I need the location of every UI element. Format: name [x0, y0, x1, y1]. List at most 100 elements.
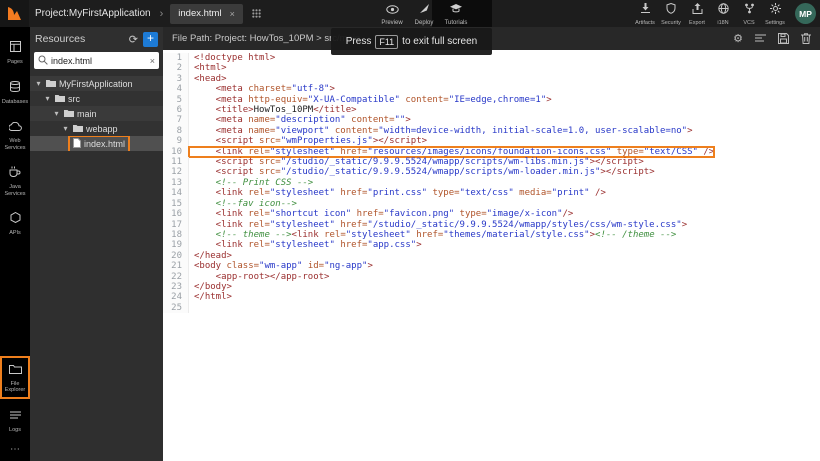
code-line-content: <link rel="stylesheet" href="/studio/_st… — [189, 220, 687, 230]
avatar[interactable]: MP — [795, 3, 816, 24]
line-number: 15 — [163, 199, 189, 209]
caret-down-icon[interactable]: ▾ — [61, 124, 70, 133]
code-line-content: <link rel="stylesheet" href="app.css"> — [189, 240, 422, 250]
topbar-right-actions: ArtifactsSecurityExporti18NVCSSettings — [632, 0, 788, 27]
tree-row[interactable]: ▾main — [30, 106, 163, 121]
chevron-right-icon[interactable]: › — [160, 8, 164, 20]
code-line[interactable]: 25 — [163, 303, 820, 313]
code-line[interactable]: 5 <meta http-equiv="X-UA-Compatible" con… — [163, 95, 820, 105]
settings-button[interactable]: Settings — [762, 0, 788, 27]
top-bar: Project:MyFirstApplication › index.html … — [0, 0, 820, 27]
save-icon[interactable] — [778, 33, 789, 44]
i18n-button[interactable]: i18N — [710, 0, 736, 27]
caret-down-icon[interactable]: ▾ — [34, 79, 43, 88]
app-logo-icon[interactable] — [0, 0, 29, 27]
sidebar-item-java-services[interactable]: Java Services — [1, 160, 29, 201]
code-line[interactable]: 19 <link rel="stylesheet" href="app.css"… — [163, 240, 820, 250]
more-icon[interactable]: ⋯ — [10, 442, 20, 457]
code-line-content: <body class="wm-app" id="ng-app"> — [189, 261, 373, 271]
project-title: Project:MyFirstApplication — [35, 8, 151, 19]
databases-label: Databases — [2, 99, 28, 106]
code-line-content: <!-- theme --><link rel="stylesheet" hre… — [189, 230, 676, 240]
code-line[interactable]: 1<!doctype html> — [163, 53, 820, 63]
vcs-button[interactable]: VCS — [736, 0, 762, 27]
code-line-content — [189, 303, 194, 313]
code-line[interactable]: 20</head> — [163, 251, 820, 261]
tree-node-label: webapp — [86, 124, 118, 134]
clear-search-icon[interactable]: × — [150, 56, 155, 66]
close-icon[interactable]: × — [230, 9, 235, 19]
line-number: 17 — [163, 220, 189, 230]
code-line[interactable]: 12 <script src="/studio/_static/9.9.9.55… — [163, 167, 820, 177]
sidebar-item-logs[interactable]: Logs — [1, 403, 29, 438]
tree-row[interactable]: index.html — [30, 136, 163, 151]
code-line[interactable]: 23</body> — [163, 282, 820, 292]
preview-button[interactable]: Preview — [377, 0, 407, 27]
code-line[interactable]: 4 <meta charset="utf-8"> — [163, 84, 820, 94]
tree-row[interactable]: ▾ src — [30, 91, 163, 106]
folder-icon — [73, 124, 83, 134]
tree-row[interactable]: ▾MyFirstApplication — [30, 76, 163, 91]
caret-down-icon[interactable]: ▾ — [52, 109, 61, 118]
tutorials-icon — [450, 1, 462, 19]
security-button[interactable]: Security — [658, 0, 684, 27]
export-icon — [692, 1, 703, 19]
tooltip-text-post: to exit full screen — [402, 36, 477, 47]
code-line[interactable]: 21<body class="wm-app" id="ng-app"> — [163, 261, 820, 271]
code-line-content: <!-- Print CSS --> — [189, 178, 313, 188]
code-line[interactable]: 17 <link rel="stylesheet" href="/studio/… — [163, 220, 820, 230]
caret-down-icon[interactable]: ▾ — [43, 94, 52, 103]
code-line[interactable]: 2<html> — [163, 63, 820, 73]
tree-node-label: index.html — [84, 139, 125, 149]
code-line[interactable]: 13 <!-- Print CSS --> — [163, 178, 820, 188]
line-number: 4 — [163, 84, 189, 94]
code-line-content: <meta name="description" content=""> — [189, 115, 411, 125]
tutorials-button[interactable]: Tutorials — [441, 0, 471, 27]
line-number: 13 — [163, 178, 189, 188]
code-line[interactable]: 6 <title>HowTos_10PM</title> — [163, 105, 820, 115]
code-line-content: </head> — [189, 251, 232, 261]
export-button[interactable]: Export — [684, 0, 710, 27]
code-editor[interactable]: 1<!doctype html>2<html>3<head>4 <meta ch… — [163, 50, 820, 461]
code-line[interactable]: 3<head> — [163, 74, 820, 84]
sidebar-item-pages[interactable]: Pages — [1, 35, 29, 70]
databases-icon — [10, 79, 20, 97]
editor-settings-icon[interactable]: ⚙ — [733, 32, 743, 45]
code-line[interactable]: 9 <script src="wmProperties.js"></script… — [163, 136, 820, 146]
code-line[interactable]: 15 <!--fav icon--> — [163, 199, 820, 209]
sidebar-item-web-services[interactable]: Web Services — [1, 114, 29, 155]
layout-grid-icon[interactable] — [252, 9, 261, 18]
code-line[interactable]: 8 <meta name="viewport" content="width=d… — [163, 126, 820, 136]
line-number: 8 — [163, 126, 189, 136]
code-line[interactable]: 24</html> — [163, 292, 820, 302]
tab-index-html[interactable]: index.html × — [170, 4, 243, 24]
code-line-content: <script src="/studio/_static/9.9.9.5524/… — [189, 167, 655, 177]
code-line[interactable]: 16 <link rel="shortcut icon" href="favic… — [163, 209, 820, 219]
format-icon[interactable] — [755, 34, 766, 43]
delete-icon[interactable] — [801, 33, 811, 44]
code-line-content: <title>HowTos_10PM</title> — [189, 105, 357, 115]
deploy-button[interactable]: Deploy — [409, 0, 439, 27]
sidebar-item-file-explorer[interactable]: File Explorer — [1, 357, 29, 398]
code-line[interactable]: 18 <!-- theme --><link rel="stylesheet" … — [163, 230, 820, 240]
preview-icon — [386, 1, 399, 19]
refresh-icon[interactable]: ⟳ — [129, 33, 138, 46]
code-line[interactable]: 11 <script src="/studio/_static/9.9.9.55… — [163, 157, 820, 167]
line-number: 25 — [163, 303, 189, 313]
code-line[interactable]: 22 <app-root></app-root> — [163, 272, 820, 282]
artifacts-button[interactable]: Artifacts — [632, 0, 658, 27]
sidebar-item-databases[interactable]: Databases — [1, 75, 29, 110]
folder-icon — [55, 94, 65, 104]
line-number: 10 — [163, 147, 189, 157]
tree-row[interactable]: ▾ webapp — [30, 121, 163, 136]
line-number: 3 — [163, 74, 189, 84]
search-input[interactable] — [51, 56, 147, 66]
code-line[interactable]: 7 <meta name="description" content=""> — [163, 115, 820, 125]
tree-node-label: src — [68, 94, 80, 104]
code-line[interactable]: 10 <link rel="stylesheet" href="resource… — [163, 147, 820, 157]
sidebar-item-apis[interactable]: APIs — [1, 206, 29, 241]
i18n-icon — [718, 1, 729, 19]
topbar-actions: PreviewDeployTutorials — [377, 0, 471, 27]
code-line[interactable]: 14 <link rel="stylesheet" href="print.cs… — [163, 188, 820, 198]
add-resource-button[interactable]: + — [143, 32, 158, 47]
